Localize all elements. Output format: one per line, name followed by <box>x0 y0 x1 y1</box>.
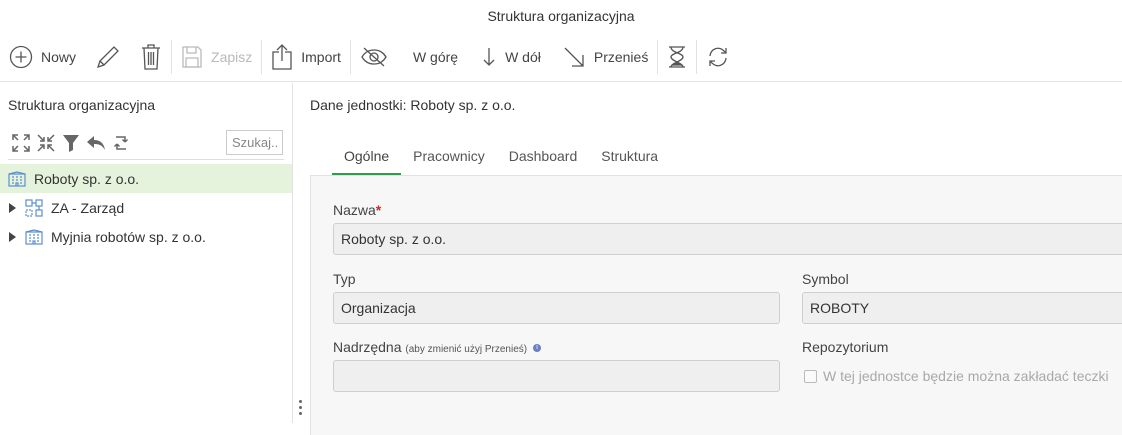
delete-button[interactable] <box>131 32 171 82</box>
filter-icon[interactable] <box>60 133 81 153</box>
details-tabs: Ogólne Pracownicy Dashboard Struktura <box>332 142 670 175</box>
building-icon <box>8 170 26 187</box>
reply-icon[interactable] <box>85 133 106 153</box>
info-icon[interactable]: i <box>533 344 541 353</box>
tree-search-input[interactable] <box>226 130 283 155</box>
refresh-button[interactable] <box>697 32 739 82</box>
parent-field[interactable] <box>333 360 780 392</box>
caret-right-icon[interactable] <box>9 231 19 242</box>
eye-off-icon <box>360 45 388 69</box>
sync-icon[interactable] <box>110 133 131 153</box>
org-chart-icon <box>25 198 43 217</box>
tree-node-label: Myjnia robotów sp. z o.o. <box>51 228 206 245</box>
edit-button[interactable] <box>85 32 131 82</box>
hide-button[interactable] <box>351 32 397 82</box>
name-field[interactable]: Roboty sp. z o.o. <box>333 223 1122 255</box>
type-label: Typ <box>333 271 356 287</box>
upload-icon <box>271 43 293 71</box>
repository-checkbox[interactable]: W tej jednostce będzie można zakładać te… <box>804 368 1109 384</box>
left-panel-title: Struktura organizacyjna <box>8 97 156 113</box>
name-label-text: Nazwa <box>333 202 376 218</box>
tree-node-label: Roboty sp. z o.o. <box>34 170 140 187</box>
required-marker: * <box>375 202 382 218</box>
new-button[interactable]: Nowy <box>0 32 85 82</box>
org-tree: Roboty sp. z o.o. ZA - Zarząd Myjnia rob… <box>0 164 292 251</box>
arrow-down-right-icon <box>562 45 586 69</box>
move-down-label: W dół <box>505 48 541 65</box>
new-button-label: Nowy <box>41 48 77 65</box>
window-title: Struktura organizacyjna <box>487 8 635 24</box>
left-panel: Struktura organizacyjna Roboty sp. z o.o… <box>0 83 293 423</box>
move-button[interactable]: Przenieś <box>550 32 657 82</box>
toolbar: Nowy Zapisz Import W górę W dół Przenieś <box>0 32 1122 82</box>
tree-divider <box>8 159 284 160</box>
import-button[interactable]: Import <box>262 32 350 82</box>
save-button-label: Zapisz <box>211 48 253 65</box>
collapse-all-icon[interactable] <box>35 133 56 153</box>
tree-tools <box>10 133 131 153</box>
name-label: Nazwa* <box>333 202 381 218</box>
history-button[interactable] <box>658 32 696 82</box>
form-panel: Nazwa* Roboty sp. z o.o. Typ Organizacja… <box>310 175 1122 435</box>
tree-node-myjnia[interactable]: Myjnia robotów sp. z o.o. <box>0 222 292 251</box>
symbol-label: Symbol <box>802 271 849 287</box>
floppy-icon <box>181 45 203 69</box>
repository-checkbox-label: W tej jednostce będzie można zakładać te… <box>823 368 1109 384</box>
expand-all-icon[interactable] <box>10 133 31 153</box>
tab-structure[interactable]: Struktura <box>589 142 670 175</box>
arrow-down-icon <box>481 46 497 68</box>
save-button[interactable]: Zapisz <box>172 32 261 82</box>
tree-node-roboty[interactable]: Roboty sp. z o.o. <box>0 164 292 193</box>
import-button-label: Import <box>301 48 341 65</box>
move-up-button[interactable]: W górę <box>397 32 467 82</box>
type-field[interactable]: Organizacja <box>333 292 780 324</box>
tree-node-zarzad[interactable]: ZA - Zarząd <box>0 193 292 222</box>
move-button-label: Przenieś <box>593 48 649 65</box>
repository-label: Repozytorium <box>802 339 889 355</box>
checkbox-box[interactable] <box>804 369 817 383</box>
pencil-icon <box>94 43 122 71</box>
parent-hint: (aby zmienić użyj Przenieś) <box>405 344 528 355</box>
trash-icon <box>140 43 162 71</box>
building-icon <box>25 228 43 245</box>
plus-circle-icon <box>9 45 33 69</box>
tab-dashboard[interactable]: Dashboard <box>497 142 590 175</box>
move-down-button[interactable]: W dół <box>467 32 550 82</box>
move-up-label: W górę <box>412 48 459 65</box>
tree-node-label: ZA - Zarząd <box>51 199 125 216</box>
tab-employees[interactable]: Pracownicy <box>401 142 497 175</box>
details-panel: Dane jednostki: Roboty sp. z o.o. Ogólne… <box>294 83 1122 435</box>
refresh-icon <box>706 45 730 69</box>
tab-general[interactable]: Ogólne <box>332 142 402 175</box>
caret-right-icon[interactable] <box>9 202 19 213</box>
parent-label-text: Nadrzędna <box>333 339 402 355</box>
parent-label: Nadrzędna (aby zmienić użyj Przenieś) i <box>333 339 541 355</box>
unit-title: Dane jednostki: Roboty sp. z o.o. <box>310 97 516 113</box>
hourglass-icon <box>667 45 687 69</box>
symbol-field[interactable]: ROBOTY <box>802 292 1122 324</box>
